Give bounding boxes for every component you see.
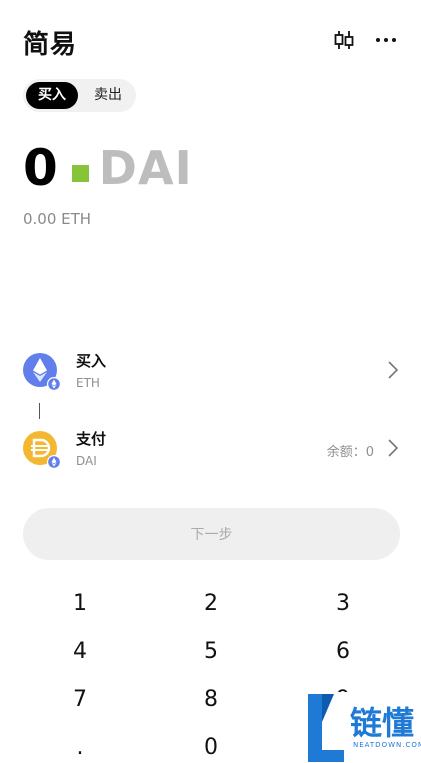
keypad-key-1[interactable]: 1 — [10, 580, 150, 626]
keypad-key-0[interactable]: 0 — [141, 724, 281, 763]
amount-value: 0 — [23, 139, 58, 197]
amount-input[interactable]: 0 DAI — [23, 138, 193, 198]
chevron-right-icon — [388, 361, 399, 383]
keypad-key-8[interactable]: 8 — [141, 676, 281, 722]
keypad-key-5[interactable]: 5 — [141, 628, 281, 674]
asset-connector — [39, 403, 40, 419]
keypad-key-2[interactable]: 2 — [141, 580, 281, 626]
keypad-key-dot[interactable]: . — [10, 724, 150, 763]
header-actions — [332, 28, 398, 52]
header: 简易 — [23, 22, 398, 62]
watermark-subtext: NEATDOWN.COM — [353, 741, 421, 749]
buy-asset-info: 买入 ETH — [76, 351, 106, 390]
tab-buy[interactable]: 买入 — [26, 82, 78, 109]
watermark-text: 链懂 — [350, 704, 415, 742]
watermark-logo: 链懂 NEATDOWN.COM — [306, 692, 421, 763]
pay-asset-info: 支付 DAI — [76, 429, 106, 468]
amount-unit: DAI — [98, 141, 193, 195]
candlestick-chart-icon[interactable] — [332, 28, 356, 52]
input-caret — [71, 164, 89, 182]
more-icon[interactable] — [374, 28, 398, 52]
keypad-key-7[interactable]: 7 — [10, 676, 150, 722]
chevron-right-icon — [388, 439, 399, 461]
buy-sell-toggle: 买入 卖出 — [23, 79, 136, 112]
pay-asset-selector[interactable]: 支付 DAI 余额：0 — [23, 429, 399, 477]
next-step-button[interactable]: 下一步 — [23, 508, 400, 560]
buy-asset-selector[interactable]: 买入 ETH — [23, 351, 399, 399]
pay-label: 支付 — [76, 430, 107, 448]
balance-label: 余额：0 — [326, 444, 374, 460]
keypad-key-3[interactable]: 3 — [273, 580, 413, 626]
equivalent-amount: 0.00 ETH — [23, 210, 92, 228]
buy-token-symbol: ETH — [76, 376, 100, 390]
tab-sell[interactable]: 卖出 — [83, 82, 133, 109]
dai-token-icon — [23, 431, 61, 469]
eth-token-icon — [23, 353, 61, 391]
page-title: 简易 — [23, 30, 78, 60]
buy-asset-right — [388, 361, 399, 383]
keypad-key-6[interactable]: 6 — [273, 628, 413, 674]
buy-label: 买入 — [76, 352, 107, 370]
pay-asset-right: 余额：0 — [326, 439, 399, 461]
pay-token-symbol: DAI — [76, 454, 97, 468]
keypad-key-4[interactable]: 4 — [10, 628, 150, 674]
